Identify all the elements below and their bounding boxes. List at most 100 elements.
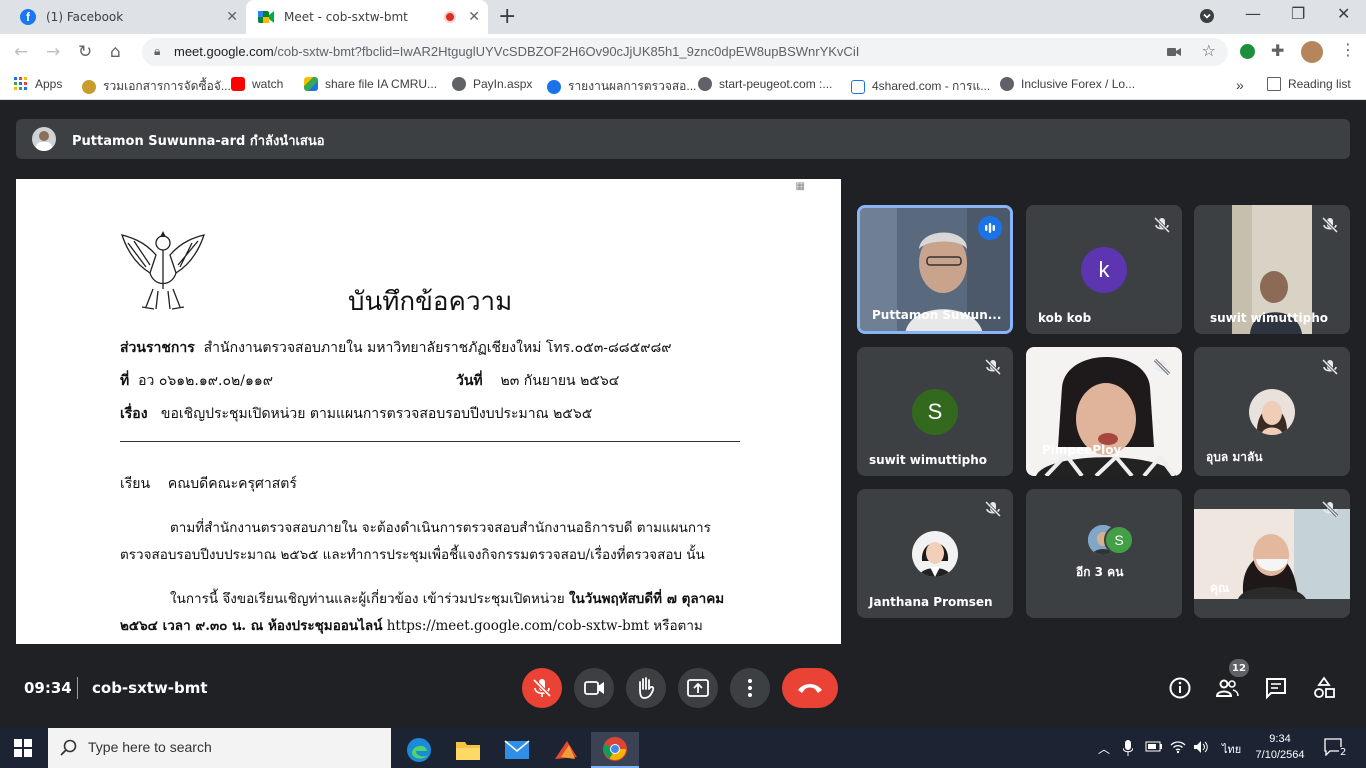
doc-agency-line: ส่วนราชการ สำนักงานตรวจสอบภายใน มหาวิทยา… [120, 337, 672, 359]
reading-list-button[interactable]: Reading list [1267, 77, 1351, 91]
bookmark-star-icon[interactable]: ☆ [1202, 41, 1216, 60]
participant-tile[interactable]: Janthana Promsen [857, 489, 1013, 618]
doc-text-bold: ในวันพฤหัสบดีที่ ๗ ตุลาคม [568, 591, 725, 607]
window-close-icon[interactable]: ✕ [1337, 4, 1350, 23]
taskbar-clock[interactable]: 9:34 7/10/2564 [1248, 731, 1312, 763]
bookmark-item[interactable]: PayIn.aspx [452, 77, 532, 91]
input-language[interactable]: ไทย [1222, 740, 1241, 758]
doc-label: วันที่ [456, 373, 483, 389]
tab-meet[interactable]: Meet - cob-sxtw-bmt ✕ [246, 0, 488, 34]
wifi-icon[interactable] [1170, 740, 1186, 757]
bookmark-item[interactable]: share file IA CMRU... [304, 77, 437, 91]
profile-avatar[interactable] [1301, 41, 1323, 63]
doc-text: คณบดีคณะครุศาสตร์ [167, 476, 297, 492]
avatar [32, 127, 56, 151]
participant-tile[interactable]: อุบล มาลัน [1194, 347, 1350, 476]
activities-icon[interactable] [1312, 676, 1336, 700]
mic-off-icon [1321, 358, 1339, 376]
bookmarks-bar: Apps รวมเอกสารการจัดซื้อจั... watch shar… [0, 70, 1366, 100]
more-options-button[interactable] [730, 668, 770, 708]
bookmark-item[interactable]: Inclusive Forex / Lo... [1000, 77, 1135, 91]
url-text: meet.google.com/cob-sxtw-bmt?fbclid=IwAR… [174, 44, 859, 59]
mic-off-icon [984, 500, 1002, 518]
close-icon[interactable]: ✕ [468, 9, 480, 25]
document-title: บันทึกข้อความ [348, 287, 513, 317]
taskbar-chrome[interactable] [591, 732, 639, 768]
notification-count: 2 [1339, 747, 1348, 758]
bookmark-label: start-peugeot.com :... [719, 77, 833, 91]
chrome-icon [603, 737, 627, 761]
clock-time: 9:34 [1269, 733, 1291, 745]
bookmark-label: Reading list [1288, 77, 1351, 91]
taskbar-edge[interactable] [395, 732, 443, 768]
divider [77, 677, 78, 699]
doc-ref-line: ที่ อว ๐๖๑๒.๑๙.๐๒/๑๑๙ [120, 370, 273, 392]
reload-icon[interactable]: ↻ [78, 42, 92, 62]
participant-tile[interactable]: คุณ [1194, 489, 1350, 618]
participant-tile[interactable]: Puttamon Suwun... [857, 205, 1013, 334]
clock-date: 7/10/2564 [1255, 749, 1305, 761]
extensions-puzzle-icon[interactable]: ✚ [1271, 41, 1284, 60]
avatar: S [912, 389, 958, 435]
windows-taskbar: Type here to search ︿ ไทย 9:34 7/10/2564… [0, 728, 1366, 768]
participant-tile[interactable]: k kob kob [1026, 205, 1182, 334]
taskbar-mail[interactable] [493, 732, 541, 768]
bookmark-item[interactable]: 4shared.com - การแ... [851, 77, 990, 96]
volume-icon[interactable] [1193, 740, 1209, 757]
globe-icon [452, 77, 466, 91]
taskbar-search[interactable]: Type here to search [48, 728, 391, 768]
forward-icon[interactable]: → [46, 42, 60, 62]
battery-icon[interactable] [1145, 740, 1163, 755]
toggle-mic-button[interactable] [522, 668, 562, 708]
meeting-details-info-icon[interactable] [1168, 676, 1192, 700]
home-icon[interactable]: ⌂ [110, 42, 121, 62]
camera-icon[interactable] [1166, 44, 1182, 63]
leave-call-button[interactable] [782, 668, 838, 708]
extension-icon[interactable] [1240, 44, 1255, 59]
lock-icon[interactable]: 🔒︎ [154, 44, 160, 59]
participant-name: Janthana Promsen [869, 595, 993, 609]
participant-tile[interactable]: S suwit wimuttipho [857, 347, 1013, 476]
apps-grid-icon [14, 77, 28, 91]
bookmark-apps[interactable]: Apps [14, 77, 62, 91]
address-bar[interactable]: 🔒︎ meet.google.com/cob-sxtw-bmt?fbclid=I… [142, 38, 1228, 66]
shared-screen-document: ▦ บันทึกข้อความ ส่วนราชการ สำนักงานตรวจส… [16, 179, 841, 644]
tab-facebook[interactable]: f (1) Facebook ✕ [8, 0, 246, 34]
doc-text: ขอเชิญประชุมเปิดหน่วย ตามแผนการตรวจสอบรอ… [160, 406, 593, 422]
participant-tile[interactable]: PimpeePloy [1026, 347, 1182, 476]
tab-title: Meet - cob-sxtw-bmt [284, 10, 408, 24]
new-tab-icon[interactable]: + [498, 4, 516, 29]
close-icon[interactable]: ✕ [226, 9, 238, 25]
present-now-button[interactable] [678, 668, 718, 708]
tray-chevron-up-icon[interactable]: ︿ [1098, 740, 1110, 757]
tab-search-icon[interactable] [1199, 8, 1215, 28]
others-tile[interactable]: S อีก 3 คน [1026, 489, 1182, 618]
mic-off-icon [984, 358, 1002, 376]
bookmark-label: 4shared.com - การแ... [872, 79, 991, 93]
restore-icon[interactable]: ❐ [1291, 4, 1305, 23]
taskbar-file-explorer[interactable] [444, 732, 492, 768]
raise-hand-button[interactable] [626, 668, 666, 708]
back-icon[interactable]: ← [14, 42, 28, 62]
toggle-camera-button[interactable] [574, 668, 614, 708]
menu-kebab-icon[interactable]: ⋮ [1340, 40, 1356, 59]
windows-start-icon[interactable] [14, 739, 32, 757]
bookmark-item[interactable]: start-peugeot.com :... [698, 77, 832, 91]
minimize-icon[interactable]: — [1245, 4, 1261, 23]
url-path: /cob-sxtw-bmt?fbclid=IwAR2HtguglUYVcSDBZ… [273, 44, 860, 59]
microphone-icon[interactable] [1122, 740, 1134, 759]
taskbar-app[interactable] [542, 732, 590, 768]
chat-icon[interactable] [1264, 676, 1288, 700]
participant-tile[interactable]: suwit wimuttipho [1194, 205, 1350, 334]
bookmark-label: Apps [35, 77, 63, 91]
bookmark-label: PayIn.aspx [473, 77, 533, 91]
more-bookmarks-button[interactable]: » [1236, 77, 1244, 93]
people-icon[interactable] [1215, 676, 1239, 700]
bookmark-item[interactable]: รวมเอกสารการจัดซื้อจั... [82, 77, 231, 96]
doc-text: https://meet.google.com/cob-sxtw-bmt หรื… [382, 618, 703, 634]
bookmark-item[interactable]: รายงานผลการตรวจสอ... [547, 77, 696, 96]
bookmark-label: รายงานผลการตรวจสอ... [568, 79, 697, 93]
bookmark-item[interactable]: watch [231, 77, 283, 91]
doc-date-line: วันที่ ๒๓ กันยายน ๒๕๖๔ [456, 370, 619, 392]
4shared-icon [851, 79, 865, 94]
